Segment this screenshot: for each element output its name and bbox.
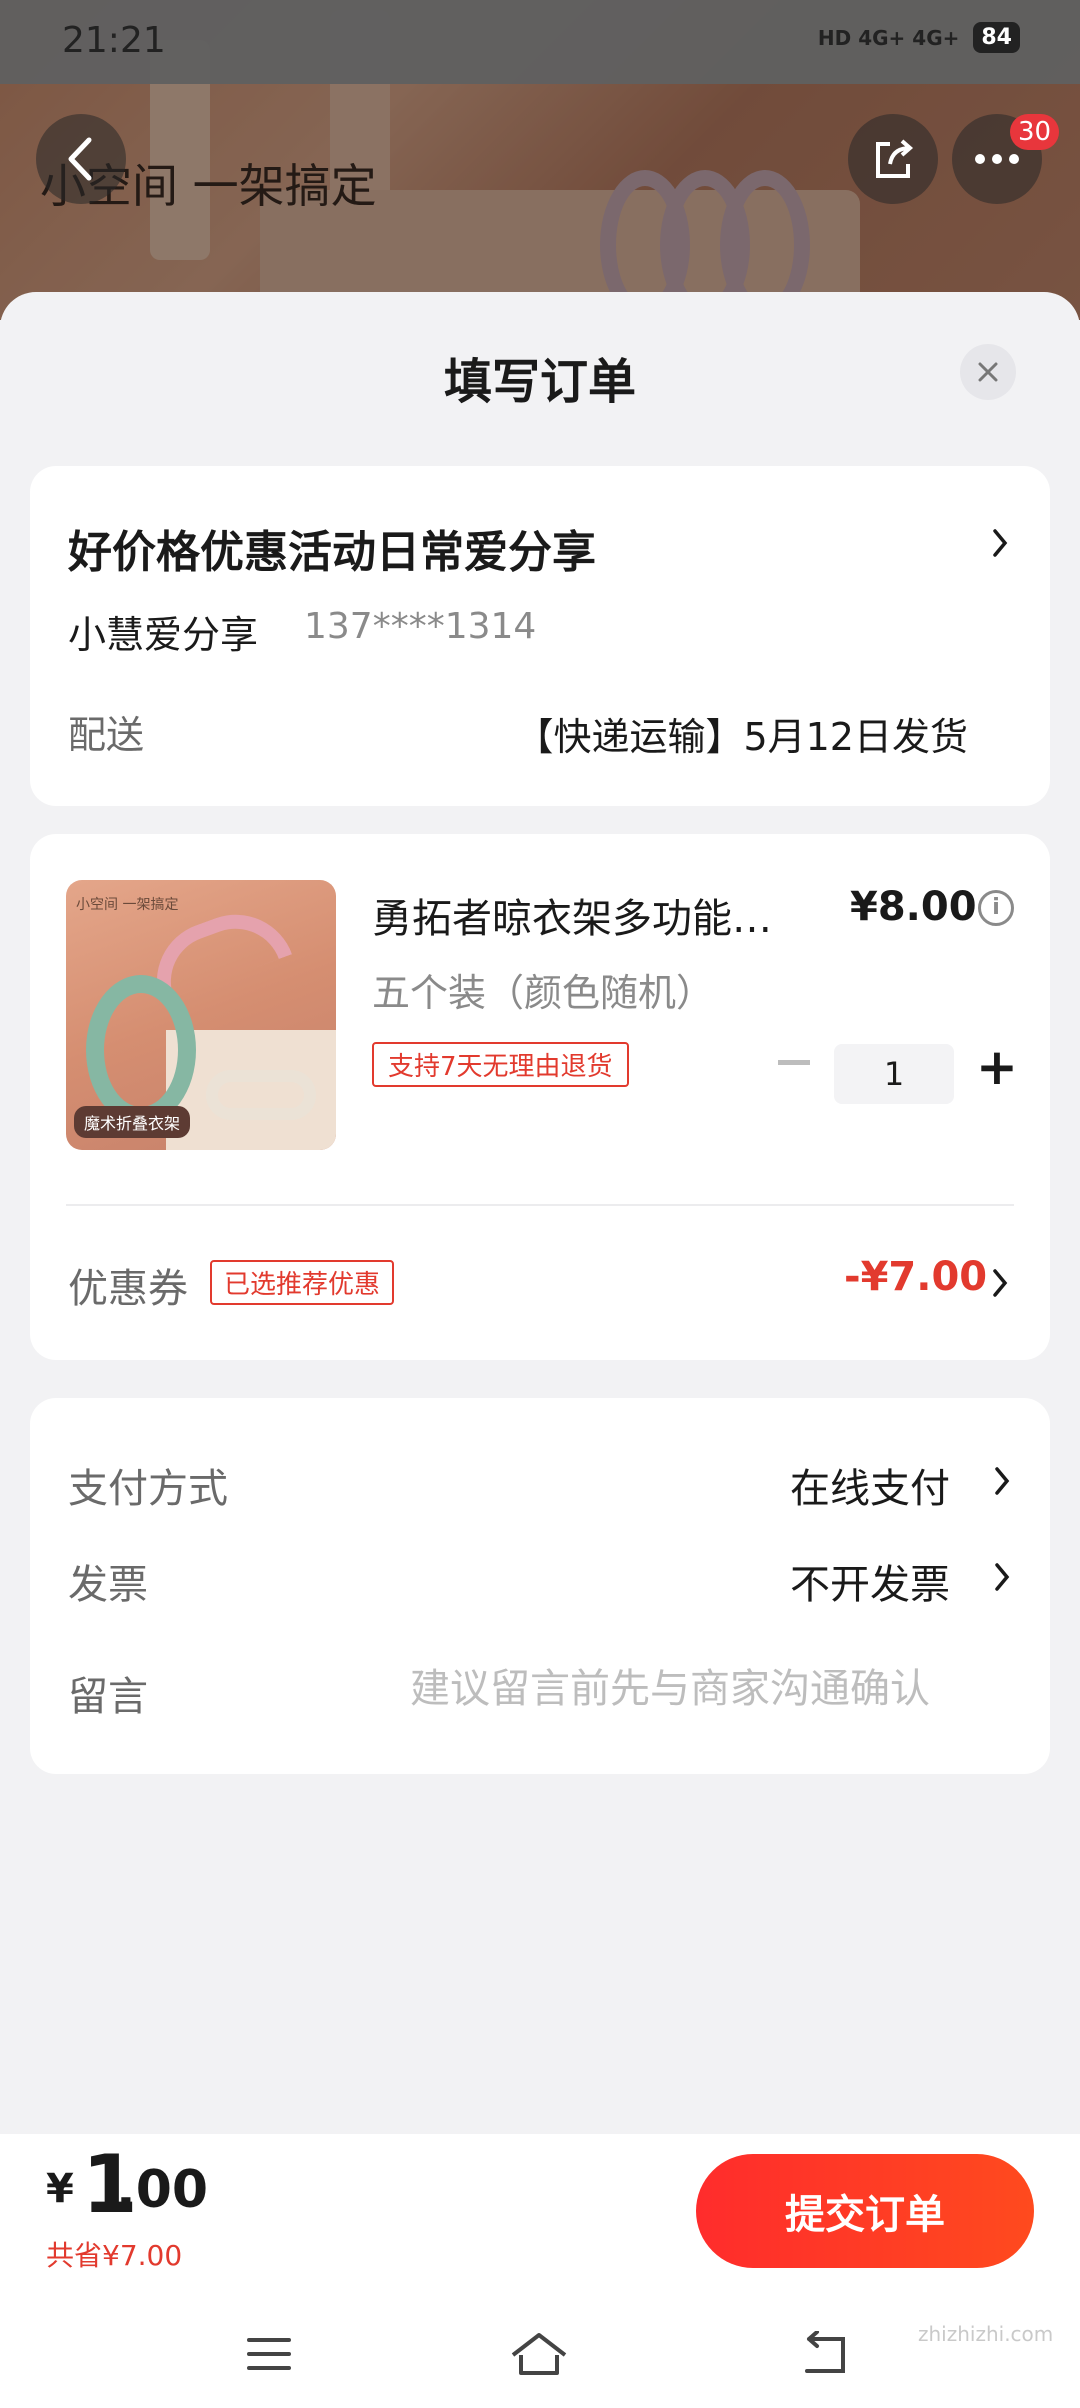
product-image-caption: 小空间 一架搞定 (76, 897, 179, 913)
delivery-label: 配送 (68, 713, 145, 757)
total-amount-decimal: .00 (116, 2160, 209, 2220)
chevron-right-icon[interactable] (992, 1560, 1012, 1594)
more-dots-icon (975, 154, 1019, 164)
sheet-title: 填写订单 (443, 354, 636, 410)
product-card: 小空间 一架搞定 魔术折叠衣架 勇拓者晾衣架多功能… ¥8.00 i 五个装（颜… (30, 834, 1050, 1360)
delivery-value: 【快递运输】5月12日发货 (515, 715, 968, 759)
recipient-phone: 137****1314 (304, 606, 537, 647)
bottom-bar: ¥ 1 .00 共省¥7.00 提交订单 (0, 2134, 1080, 2408)
menu-icon (247, 2338, 291, 2370)
currency-symbol: ¥ (46, 2166, 74, 2212)
payment-method-value[interactable]: 在线支付 (790, 1456, 950, 1514)
product-image[interactable]: 小空间 一架搞定 魔术折叠衣架 (66, 880, 336, 1150)
product-price: ¥8.00 (850, 884, 977, 930)
product-image-tag: 魔术折叠衣架 (74, 1106, 191, 1138)
quantity-increase-button[interactable]: + (976, 1038, 1018, 1096)
chevron-right-icon[interactable] (992, 1464, 1012, 1498)
product-name: 勇拓者晾衣架多功能… (372, 896, 772, 942)
battery-icon: 84 (973, 22, 1020, 53)
invoice-label: 发票 (68, 1562, 148, 1608)
close-button[interactable] (960, 344, 1016, 400)
back-button[interactable] (36, 114, 126, 204)
status-bar: 21:21 HD 4G+ 4G+ 84 (0, 0, 1080, 84)
quantity-input[interactable]: 1 (834, 1044, 954, 1104)
divider (66, 1204, 1014, 1206)
payment-method-label: 支付方式 (68, 1466, 228, 1512)
signal-icon: HD 4G+ 4G+ (817, 25, 960, 50)
image-detail (86, 975, 196, 1125)
coupon-value[interactable]: -¥7.00 (844, 1254, 987, 1300)
recipient-name: 小慧爱分享 (68, 613, 259, 657)
share-icon (876, 139, 914, 178)
menu-nav-button[interactable] (234, 2324, 304, 2384)
submit-order-button[interactable]: 提交订单 (696, 2154, 1034, 2268)
coupon-badge: 已选推荐优惠 (210, 1260, 395, 1305)
info-icon[interactable]: i (978, 890, 1014, 926)
close-icon (978, 362, 998, 382)
savings-text: 共省¥7.00 (46, 2239, 183, 2272)
status-icons: HD 4G+ 4G+ 84 (818, 22, 1020, 53)
home-icon (511, 2333, 567, 2375)
payment-card: 支付方式 在线支付 发票 不开发票 留言 (30, 1398, 1050, 1774)
address-card[interactable]: 好价格优惠活动日常爱分享 小慧爱分享 137****1314 配送 【快递运输】… (30, 466, 1050, 806)
memo-label: 留言 (68, 1674, 148, 1720)
status-time: 21:21 (62, 20, 166, 61)
chevron-left-icon (68, 137, 92, 181)
back-nav-button[interactable] (790, 2324, 860, 2384)
chevron-right-icon (993, 529, 1008, 557)
memo-input[interactable] (410, 1666, 996, 1712)
invoice-value[interactable]: 不开发票 (790, 1552, 950, 1610)
watermark: zhizhizhi.com (918, 2322, 1054, 2346)
chevron-right-icon[interactable] (990, 1266, 1010, 1300)
quantity-decrease-button[interactable] (778, 1060, 810, 1065)
system-nav-bar (0, 2304, 1080, 2404)
message-badge: 30 (1010, 114, 1060, 150)
return-policy-badge: 支持7天无理由退货 (372, 1042, 629, 1087)
product-spec: 五个装（颜色随机） (372, 971, 715, 1015)
address-title: 好价格优惠活动日常爱分享 (68, 527, 596, 578)
order-sheet: 填写订单 好价格优惠活动日常爱分享 小慧爱分享 137****1314 配送 【… (0, 292, 1080, 2408)
image-detail (206, 1070, 316, 1120)
coupon-label: 优惠券 (68, 1266, 188, 1312)
back-icon (805, 2331, 845, 2373)
share-button[interactable] (848, 114, 938, 204)
home-nav-button[interactable] (504, 2324, 574, 2384)
